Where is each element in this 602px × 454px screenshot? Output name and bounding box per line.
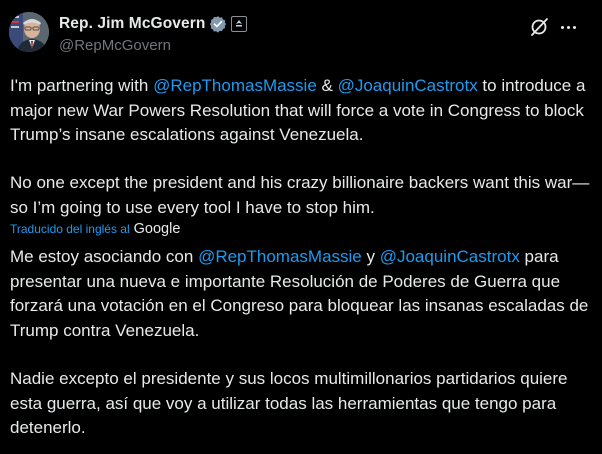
more-dot: [560, 25, 564, 29]
author-handle[interactable]: @RepMcGovern: [59, 37, 171, 54]
google-logo: Google: [133, 221, 181, 237]
author-display-name[interactable]: Rep. Jim McGovern: [59, 15, 205, 33]
more-dot: [566, 25, 570, 29]
author-name-row: Rep. Jim McGovern: [59, 13, 248, 35]
translated-paragraph-1: Me estoy asociando con @RepThomasMassie …: [10, 245, 595, 343]
mention-link[interactable]: @JoaquinCastrotx: [380, 247, 520, 266]
translation-attribution[interactable]: Traducido del inglés al Google: [10, 219, 180, 239]
more-options-icon[interactable]: [556, 16, 580, 38]
government-affiliation-icon[interactable]: [231, 16, 248, 32]
post-header: Rep. Jim McGovern @RepMcGovern: [0, 0, 602, 68]
mention-link[interactable]: @RepThomasMassie: [198, 247, 362, 266]
text-run: y: [361, 247, 380, 266]
text-run: &: [316, 76, 338, 95]
post-text-paragraph-1: I'm partnering with @RepThomasMassie & @…: [10, 74, 595, 148]
translation-label: Traducido del inglés al: [10, 222, 130, 236]
text-run: Me estoy asociando con: [10, 247, 199, 266]
more-dot: [572, 25, 576, 29]
avatar-image: [9, 12, 49, 52]
verified-badge-icon[interactable]: [209, 15, 227, 33]
avatar[interactable]: [9, 12, 49, 52]
mention-link[interactable]: @JoaquinCastrotx: [338, 76, 478, 95]
translated-paragraph-2: Nadie excepto el presidente y sus locos …: [10, 369, 568, 437]
text-run: I'm partnering with: [10, 76, 154, 95]
grok-icon[interactable]: [528, 16, 550, 38]
mention-link[interactable]: @RepThomasMassie: [153, 76, 317, 95]
post-text-paragraph-2: No one except the president and his craz…: [10, 173, 590, 217]
